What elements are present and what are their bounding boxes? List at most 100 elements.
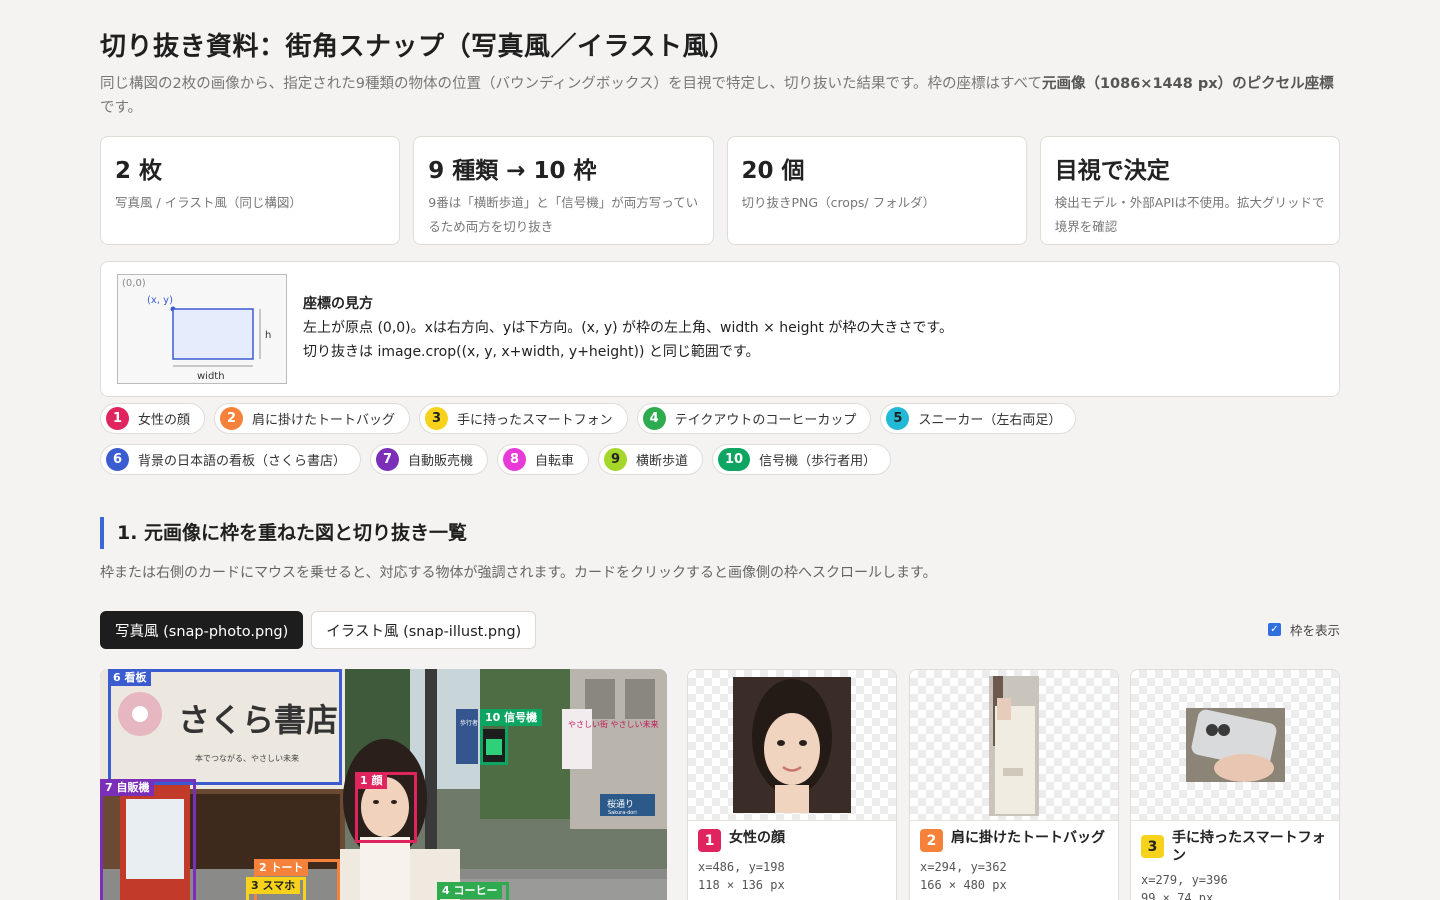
legend-chip-face[interactable]: 1 女性の顔: [100, 403, 206, 434]
coordinate-diagram: (0,0) (x, y) width h: [117, 274, 287, 384]
legend-number: 5: [886, 407, 910, 430]
legend-label: 横断歩道: [636, 454, 689, 469]
crop-number: 3: [1141, 835, 1164, 858]
coordinate-explainer: (0,0) (x, y) width h 座標の見方 左上が原点 (0,0)。x…: [100, 261, 1340, 397]
crop-card-face[interactable]: 1 女性の顔 x=486, y=198 118 × 136 px: [687, 669, 897, 900]
stat-card-boxes: 9 種類 → 10 枠 9番は「横断歩道」と「信号機」が両方写っているため両方を…: [413, 136, 714, 245]
bbox-tag: 4 コーヒー: [437, 882, 503, 899]
stat-value: 20 個: [741, 158, 805, 184]
legend-label: 自転車: [535, 454, 575, 469]
face-crop-image: [733, 677, 851, 813]
legend-number: 10: [718, 448, 751, 471]
bbox-tag: 1 顔: [355, 772, 388, 789]
coordinate-line-2: 切り抜きは image.crop((x, y, x+width, y+heigh…: [303, 344, 760, 360]
page-title: 切り抜き資料：街角スナップ（写真風／イラスト風）: [100, 32, 736, 62]
legend-label: スニーカー（左右両足）: [918, 413, 1062, 428]
legend-chip-bicycle[interactable]: 8 自転車: [497, 444, 590, 475]
crop-number: 2: [920, 829, 943, 852]
stat-desc: 9番は「横断歩道」と「信号機」が両方写っているため両方を切り抜き: [428, 195, 699, 234]
legend-chip-coffee[interactable]: 4 テイクアウトのコーヒーカップ: [636, 403, 872, 434]
crop-card-phone[interactable]: 3 手に持ったスマートフォン x=279, y=396 99 × 74 px: [1130, 669, 1340, 900]
banner-text: やさしい街 やさしい未来: [568, 719, 659, 729]
stat-card-images: 2 枚 写真風 / イラスト風（同じ構図）: [100, 136, 401, 245]
crop-coords: x=294, y=362 166 × 480 px: [920, 858, 1108, 894]
legend-number: 2: [220, 407, 244, 430]
bbox-coffee[interactable]: 4 コーヒー: [437, 882, 509, 900]
legend-chip-sneakers[interactable]: 5 スニーカー（左右両足）: [880, 403, 1077, 434]
stats-row: 2 枚 写真風 / イラスト風（同じ構図） 9 種類 → 10 枠 9番は「横断…: [100, 136, 1340, 245]
crop-size: 166 × 480 px: [920, 878, 1007, 892]
bbox-face[interactable]: 1 顔: [355, 772, 417, 843]
crop-name: 3 手に持ったスマートフォン: [1141, 829, 1329, 865]
tote-crop-image: [989, 676, 1039, 816]
show-boxes-toggle[interactable]: ✓ 枠を表示: [1267, 620, 1340, 639]
coordinate-heading: 座標の見方: [303, 296, 373, 312]
legend-number: 8: [503, 448, 527, 471]
intro-text: 同じ構図の2枚の画像から、指定された9種類の物体の位置（バウンディングボックス）…: [100, 76, 1334, 116]
legend-number: 3: [425, 407, 449, 430]
width-label: width: [197, 371, 225, 382]
stat-value: 9 種類 → 10 枠: [428, 158, 597, 184]
legend-chip-signal[interactable]: 10 信号機（歩行者用）: [712, 444, 892, 475]
crop-size: 99 × 74 px: [1141, 891, 1214, 900]
bbox-sign[interactable]: 6 看板: [108, 669, 342, 785]
legend-chip-vending[interactable]: 7 自動販売機: [370, 444, 489, 475]
crop-thumbnail: [910, 670, 1118, 821]
stat-desc: 検出モデル・外部APIは不使用。拡大グリッドで境界を確認: [1054, 195, 1325, 234]
coordinate-text: 座標の見方 左上が原点 (0,0)。xは右方向、yは下方向。(x, y) が枠の…: [303, 292, 953, 364]
bbox-tag: 7 自販機: [100, 779, 155, 796]
legend-label: 背景の日本語の看板（さくら書店）: [138, 454, 347, 469]
crop-card-tote[interactable]: 2 肩に掛けたトートバッグ x=294, y=362 166 × 480 px: [909, 669, 1119, 900]
legend-chip-crosswalk[interactable]: 9 横断歩道: [598, 444, 704, 475]
legend-number: 1: [106, 407, 129, 430]
legend-label: 女性の顔: [138, 413, 191, 428]
crop-coords: x=486, y=198 118 × 136 px: [698, 858, 886, 894]
tab-illust[interactable]: イラスト風 (snap-illust.png): [311, 611, 537, 649]
stat-card-method: 目視で決定 検出モデル・外部APIは不使用。拡大グリッドで境界を確認: [1039, 136, 1340, 245]
legend-number: 7: [376, 448, 400, 471]
legend-label: テイクアウトのコーヒーカップ: [674, 413, 857, 428]
tab-photo[interactable]: 写真風 (snap-photo.png): [100, 611, 304, 649]
bbox-phone[interactable]: 3 スマホ: [246, 877, 306, 900]
bbox-vending[interactable]: 7 自販機: [100, 779, 196, 900]
stat-desc: 切り抜きPNG（crops/ フォルダ）: [741, 195, 936, 210]
bbox-tag: 10 信号機: [480, 709, 543, 726]
crop-number: 1: [698, 829, 721, 852]
legend-chip-sign[interactable]: 6 背景の日本語の看板（さくら書店）: [100, 444, 362, 475]
legend-number: 6: [106, 448, 129, 471]
legend-label: 自動販売機: [408, 454, 474, 469]
crop-name: 2 肩に掛けたトートバッグ: [920, 829, 1108, 852]
legend-chip-tote[interactable]: 2 肩に掛けたトートバッグ: [214, 403, 411, 434]
stat-card-crops: 20 個 切り抜きPNG（crops/ フォルダ）: [726, 136, 1027, 245]
height-label: h: [265, 330, 271, 341]
stat-desc: 写真風 / イラスト風（同じ構図）: [115, 195, 302, 210]
street-sign-text: 桜通り: [607, 798, 634, 810]
section-description: 枠または右側のカードにマウスを乗せると、対応する物体が強調されます。カードをクリ…: [100, 565, 937, 581]
crop-xy: x=294, y=362: [920, 860, 1007, 874]
stat-value: 2 枚: [115, 158, 163, 184]
coordinate-line-1: 左上が原点 (0,0)。xは右方向、yは下方向。(x, y) が枠の左上角、wi…: [303, 320, 953, 336]
legend-number: 4: [642, 407, 666, 430]
toggle-label: 枠を表示: [1289, 623, 1340, 638]
bbox-tag: 6 看板: [108, 669, 152, 686]
checkbox-checked-icon[interactable]: ✓: [1267, 623, 1281, 636]
intro-emphasis: 元画像（1086×1448 px）のピクセル座標: [1041, 76, 1334, 92]
legend-chip-phone[interactable]: 3 手に持ったスマートフォン: [419, 403, 628, 434]
phone-crop-image: [1186, 708, 1285, 782]
annotated-photo[interactable]: さくら書店 本でつながる、やさしい未来 やさしい街 やさしい未来 桜通り Sak…: [100, 669, 667, 900]
stat-value: 目視で決定: [1054, 158, 1170, 184]
bbox-tag: 3 スマホ: [246, 877, 301, 894]
crop-xy: x=486, y=198: [698, 860, 785, 874]
crop-thumbnail: [688, 670, 896, 821]
origin-label: (0,0): [122, 278, 146, 289]
crop-coords: x=279, y=396 99 × 74 px: [1141, 871, 1329, 900]
legend-label: 信号機（歩行者用）: [759, 454, 877, 469]
crop-xy: x=279, y=396: [1141, 873, 1228, 887]
section-heading: 1. 元画像に枠を重ねた図と切り抜き一覧: [100, 517, 467, 549]
bbox-signal[interactable]: 10 信号機: [480, 709, 543, 765]
crop-thumbnail: [1131, 670, 1339, 821]
crop-name: 1 女性の顔: [698, 829, 886, 852]
bbox-tag: 2 トート: [254, 859, 309, 876]
image-tabs: 写真風 (snap-photo.png) イラスト風 (snap-illust.…: [100, 611, 537, 649]
legend-number: 9: [604, 448, 628, 471]
